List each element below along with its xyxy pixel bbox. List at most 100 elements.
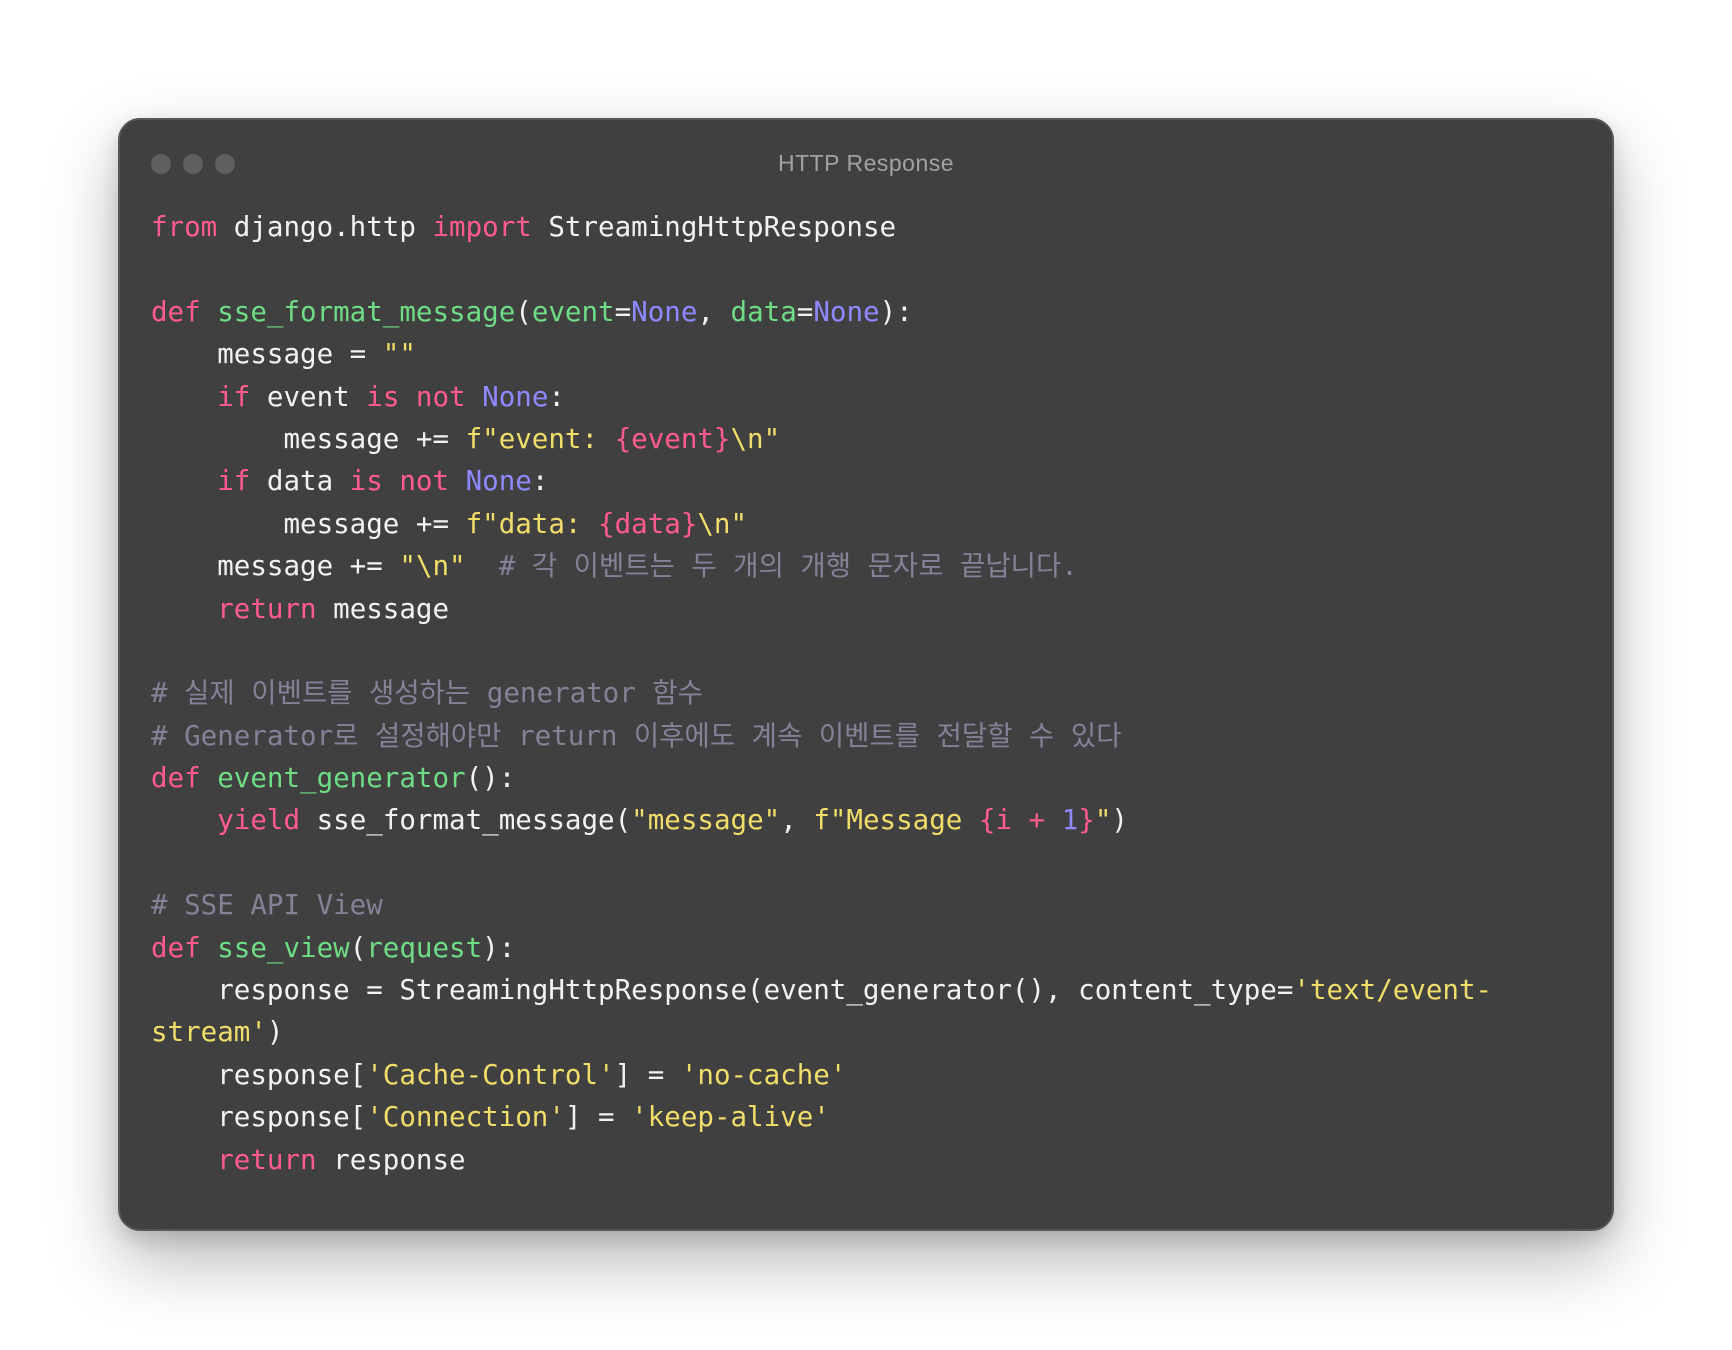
string-token: 'text/event-	[1293, 974, 1493, 1007]
identifier-token: message +=	[151, 550, 400, 583]
identifier-token	[151, 1144, 217, 1176]
identifier-token: ,	[697, 295, 731, 328]
identifier-token: )	[266, 1016, 284, 1049]
code-line: message += f"event: {event}\n"	[151, 418, 1571, 460]
code-line: message += "\n" # 각 이벤트는 두 개의 개행 문자로 끝납니…	[151, 545, 1571, 587]
identifier-token: ] =	[614, 1058, 681, 1091]
code-line: def sse_format_message(event=None, data=…	[151, 291, 1571, 333]
string-token: \n"	[697, 507, 748, 540]
identifier-token	[449, 465, 466, 497]
identifier-token	[201, 296, 218, 328]
comment-token: # 실제 이벤트를 생성하는 generator 함수	[151, 677, 703, 710]
string-token: ""	[382, 338, 416, 371]
code-line: response = StreamingHttpResponse(event_g…	[151, 969, 1571, 1011]
identifier-token: sse_format_message(	[300, 804, 632, 837]
identifier-token	[201, 932, 218, 964]
identifier-token	[466, 381, 483, 413]
identifier-token: response	[316, 1143, 466, 1176]
interpolation-token: }	[1078, 804, 1095, 837]
code-line: if event is not None:	[151, 376, 1571, 418]
code-line: # SSE API View	[151, 884, 1571, 926]
identifier-token: (	[515, 295, 532, 328]
string-token: 'Cache-Control'	[366, 1058, 615, 1091]
identifier-token: django.http	[217, 211, 433, 243]
constant-token: None	[631, 295, 698, 328]
interpolation-token: {data}	[598, 507, 698, 540]
parameter-token: event	[531, 295, 615, 328]
identifier-token: )	[1111, 804, 1128, 837]
comment-token: # 각 이벤트는 두 개의 개행 문자로 끝납니다.	[465, 550, 1078, 583]
string-token: 'no-cache'	[680, 1058, 847, 1091]
code-line: def sse_view(request):	[151, 927, 1571, 969]
identifier-token: ,	[780, 804, 814, 837]
string-token: \n"	[730, 422, 781, 455]
identifier-token: :	[548, 380, 565, 413]
code-line: def event_generator():	[151, 757, 1571, 799]
code-line: yield sse_format_message("message", f"Me…	[151, 799, 1571, 841]
identifier-token: ):	[879, 295, 913, 328]
identifier-token: data	[250, 465, 350, 498]
keyword-token: if	[217, 380, 251, 413]
code-line: stream')	[151, 1011, 1571, 1053]
string-token: f"Message	[813, 804, 979, 837]
identifier-token	[201, 762, 218, 794]
string-token: "\n"	[399, 550, 466, 583]
window-title: HTTP Response	[777, 150, 955, 176]
keyword-token: yield	[217, 804, 301, 837]
comment-token: # Generator로 설정해야만 return 이후에도 계속 이벤트를 전…	[151, 719, 1122, 752]
interpolation-token: {event}	[614, 422, 731, 455]
code-line: from django.http import StreamingHttpRes…	[151, 206, 1571, 248]
comment-token: # SSE API View	[151, 889, 383, 922]
code-window: HTTP Response from django.http import St…	[118, 118, 1614, 1231]
string-token: "message"	[631, 804, 781, 837]
constant-token: None	[813, 295, 880, 328]
identifier-token: ):	[482, 931, 516, 964]
code-line: message = ""	[151, 333, 1571, 375]
window-titlebar: HTTP Response	[120, 120, 1612, 206]
identifier-token: message	[316, 592, 450, 625]
code-block: from django.http import StreamingHttpRes…	[151, 206, 1571, 1181]
constant-token: None	[482, 380, 549, 413]
identifier-token	[151, 465, 217, 497]
string-token: "	[1094, 804, 1112, 837]
keyword-token: is not	[349, 465, 450, 498]
keyword-token: def	[151, 931, 201, 964]
code-line: message += f"data: {data}\n"	[151, 503, 1571, 545]
function-name-token: sse_format_message	[217, 295, 516, 328]
string-token: 'keep-alive'	[631, 1101, 830, 1134]
function-name-token: event_generator	[217, 762, 466, 795]
identifier-token: message +=	[151, 422, 466, 455]
identifier-token	[151, 381, 217, 413]
identifier-token	[151, 593, 217, 625]
string-token: f"event:	[465, 422, 615, 455]
code-line: return message	[151, 588, 1571, 630]
string-token: stream'	[151, 1016, 267, 1049]
identifier-token: ] =	[564, 1101, 632, 1134]
identifier-token: =	[614, 295, 632, 328]
identifier-token: event	[250, 380, 367, 413]
function-name-token: sse_view	[217, 931, 350, 964]
code-line: response['Connection'] = 'keep-alive'	[151, 1096, 1571, 1138]
identifier-token: ():	[465, 762, 516, 795]
parameter-token: data	[730, 295, 797, 328]
interpolation-token: {i +	[978, 804, 1062, 837]
identifier-token: response[	[151, 1058, 367, 1091]
identifier-token: :	[531, 465, 549, 498]
keyword-token: if	[217, 465, 251, 498]
identifier-token: =	[796, 295, 814, 328]
keyword-token: is not	[366, 380, 466, 413]
keyword-token: def	[151, 762, 201, 795]
keyword-token: import	[432, 211, 532, 243]
keyword-token: return	[217, 1143, 317, 1176]
string-token: 'Connection'	[366, 1101, 565, 1134]
identifier-token: response = StreamingHttpResponse(event_g…	[151, 974, 1294, 1007]
string-token: f"data:	[465, 507, 599, 540]
parameter-token: request	[366, 931, 483, 964]
code-line: if data is not None:	[151, 460, 1571, 502]
identifier-token: StreamingHttpResponse	[531, 211, 897, 243]
keyword-token: def	[151, 295, 201, 328]
code-line: # 실제 이벤트를 생성하는 generator 함수	[151, 672, 1571, 714]
